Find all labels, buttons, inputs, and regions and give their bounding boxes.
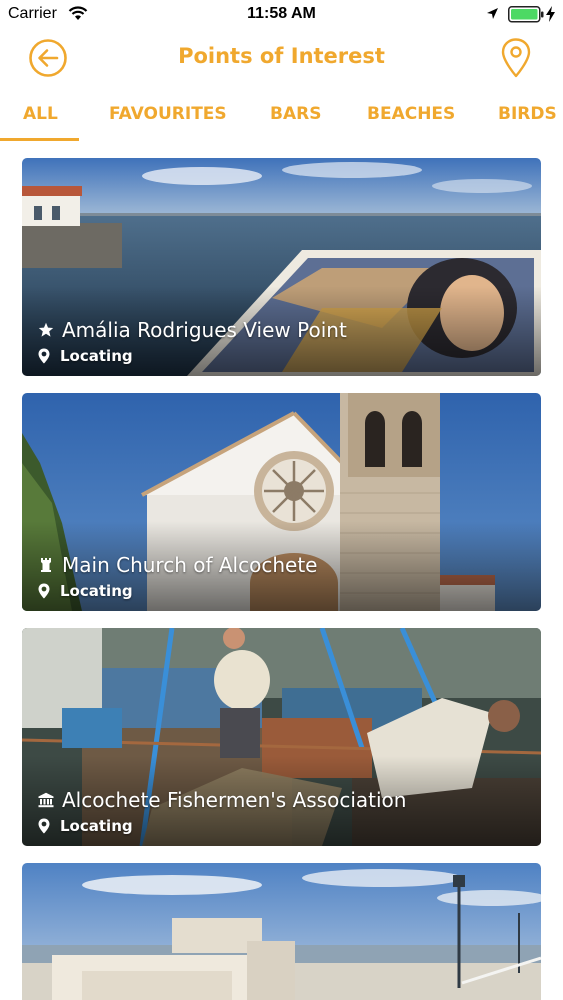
institution-icon [38,792,54,808]
place-location-status: Locating [60,347,133,365]
place-name: Main Church of Alcochete [62,553,318,577]
place-location-status: Locating [60,582,133,600]
place-location-row: Locating [38,347,133,365]
tab-favourites[interactable]: FAVOURITES [109,104,227,124]
tab-beaches[interactable]: BEACHES [367,104,455,124]
place-card-riverside[interactable] [22,863,541,1000]
place-title-row: Amália Rodrigues View Point [38,318,347,342]
location-pin-icon [38,583,50,599]
clock: 11:58 AM [247,5,316,22]
place-location-row: Locating [38,817,133,835]
charging-bolt-icon [546,6,555,22]
place-card-fishermens-association[interactable]: Alcochete Fishermen's Association Locati… [22,628,541,846]
star-icon [38,322,54,337]
status-bar: Carrier 11:58 AM [0,0,563,30]
place-location-row: Locating [38,582,133,600]
place-title-row: Main Church of Alcochete [38,553,317,577]
riverside-photo [22,863,541,1000]
map-pin-icon[interactable] [500,37,532,79]
selected-tab-indicator [0,138,79,141]
tab-all[interactable]: ALL [23,104,58,124]
place-card-main-church[interactable]: Main Church of Alcochete Locating [22,393,541,611]
category-tabs: ALL FAVOURITES BARS BEACHES BIRDS [0,92,563,142]
page-title: Points of Interest [178,44,385,68]
location-pin-icon [38,818,50,834]
header: Points of Interest [0,30,563,86]
place-title-row: Alcochete Fishermen's Association [38,788,406,812]
tower-icon [41,558,51,572]
tab-bars[interactable]: BARS [270,104,321,124]
battery-icon [508,6,544,23]
place-card-amalia-view-point[interactable]: Amália Rodrigues View Point Locating [22,158,541,376]
place-name: Amália Rodrigues View Point [62,318,347,342]
place-name: Alcochete Fishermen's Association [62,788,407,812]
tab-birds[interactable]: BIRDS [498,104,557,124]
place-location-status: Locating [60,817,133,835]
location-arrow-icon [487,8,498,19]
location-pin-icon [38,348,50,364]
